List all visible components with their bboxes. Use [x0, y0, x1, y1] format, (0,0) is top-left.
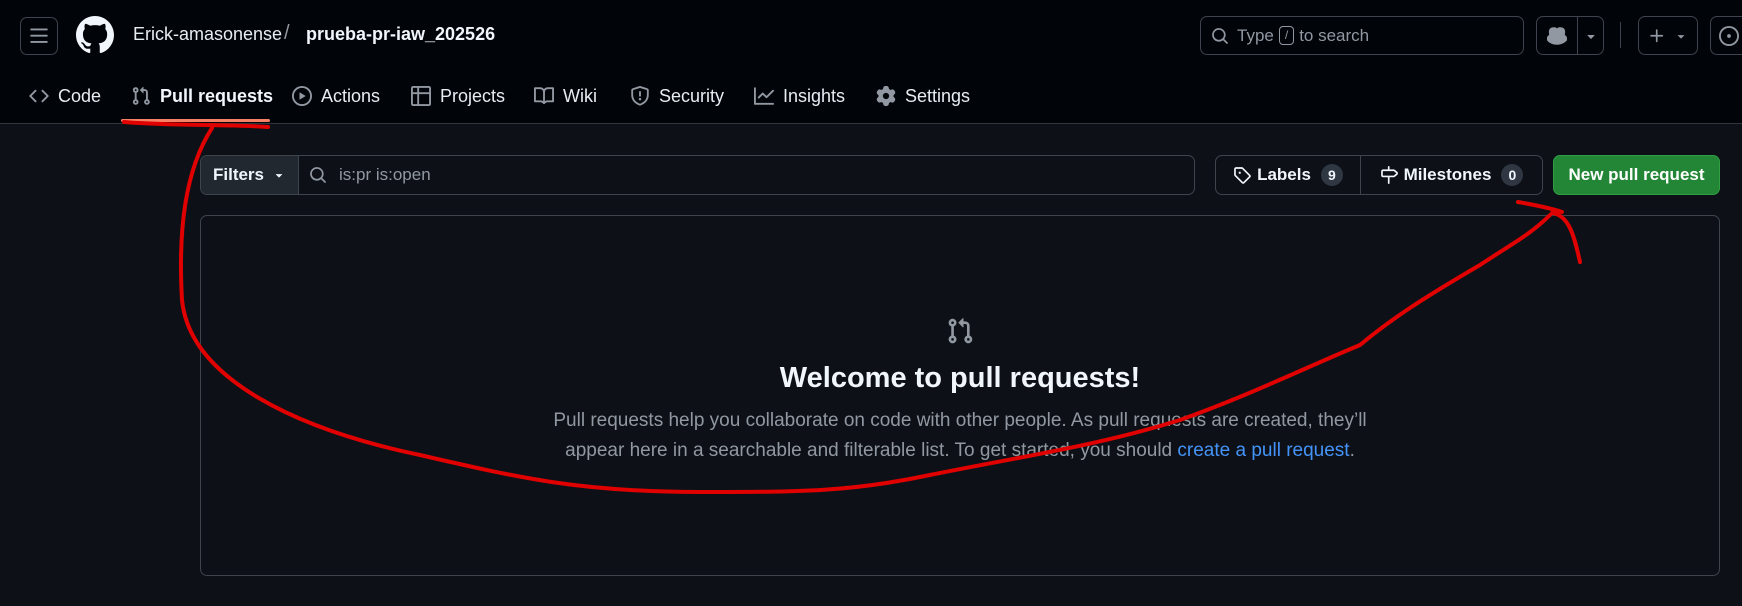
search-icon — [310, 167, 326, 183]
play-icon — [292, 86, 312, 106]
tab-code[interactable]: Code — [29, 76, 101, 116]
active-tab-indicator — [121, 119, 270, 122]
filters-button[interactable]: Filters — [201, 156, 299, 194]
hamburger-icon — [30, 28, 48, 43]
tab-security-label: Security — [659, 85, 725, 106]
git-pull-request-icon — [948, 318, 973, 344]
blankslate-title: Welcome to pull requests! — [779, 362, 1141, 394]
filter-query-text: is:pr is:open — [339, 165, 431, 184]
issues-button[interactable] — [1710, 16, 1742, 55]
tab-insights[interactable]: Insights — [754, 76, 845, 116]
tab-pull-requests[interactable]: Pull requests — [131, 76, 273, 116]
labels-milestones-group: Labels 9 Milestones 0 — [1215, 155, 1543, 195]
copilot-icon — [1547, 26, 1567, 45]
tab-actions[interactable]: Actions — [292, 76, 380, 116]
copilot-button[interactable] — [1536, 16, 1604, 55]
tab-pull-requests-label: Pull requests — [160, 85, 274, 106]
issue-opened-icon — [1719, 25, 1739, 46]
blankslate-description: Pull requests help you collaborate on co… — [200, 406, 1720, 466]
gear-icon — [876, 86, 896, 106]
tab-wiki[interactable]: Wiki — [534, 76, 597, 116]
labels-button[interactable]: Labels 9 — [1216, 156, 1361, 194]
table-icon — [411, 86, 431, 106]
tab-actions-label: Actions — [321, 85, 381, 106]
path-separator: / — [284, 22, 290, 44]
search-icon — [1211, 27, 1229, 45]
triangle-down-icon — [1677, 34, 1685, 39]
repo-owner-link[interactable]: Erick-amasonense — [133, 24, 282, 45]
repo-nav: Code Pull requests Actions Projects Wiki… — [0, 76, 1742, 122]
filter-bar: Filters is:pr is:open — [200, 155, 1195, 195]
create-pull-request-link[interactable]: create a pull request — [1177, 440, 1349, 461]
labels-count-badge: 9 — [1320, 164, 1343, 186]
tab-insights-label: Insights — [783, 85, 846, 106]
blankslate-line-2-prefix: appear here in a searchable and filterab… — [565, 440, 1178, 461]
plus-icon — [1650, 28, 1664, 42]
graph-icon — [754, 87, 774, 105]
new-pull-request-label: New pull request — [1568, 165, 1705, 184]
tab-projects-label: Projects — [440, 85, 506, 106]
milestones-label: Milestones — [1403, 165, 1492, 184]
tab-settings-label: Settings — [905, 85, 971, 106]
tab-projects[interactable]: Projects — [411, 76, 505, 116]
tab-wiki-label: Wiki — [563, 85, 597, 106]
milestones-button[interactable]: Milestones 0 — [1361, 156, 1542, 194]
create-new-button[interactable] — [1638, 16, 1698, 55]
blankslate-panel — [200, 215, 1720, 576]
milestone-icon — [1380, 166, 1398, 184]
blankslate-line-2: appear here in a searchable and filterab… — [200, 436, 1720, 466]
github-logo-icon[interactable] — [76, 16, 114, 54]
triangle-down-icon — [275, 174, 283, 178]
header-divider — [1620, 22, 1621, 48]
tag-icon — [1234, 167, 1251, 184]
tab-settings[interactable]: Settings — [876, 76, 970, 116]
filter-query-input[interactable]: is:pr is:open — [309, 156, 431, 194]
book-icon — [534, 87, 554, 105]
blankslate-line-2-suffix: . — [1349, 440, 1355, 461]
filters-label: Filters — [212, 165, 265, 184]
blankslate-line-1: Pull requests help you collaborate on co… — [553, 410, 1367, 431]
milestones-count-badge: 0 — [1501, 164, 1524, 186]
new-pull-request-button[interactable]: New pull request — [1553, 155, 1720, 195]
git-pull-request-icon — [132, 86, 150, 105]
tab-security[interactable]: Security — [630, 76, 724, 116]
search-prefix: Type — [1237, 25, 1274, 45]
search-suffix: to search — [1299, 25, 1370, 45]
global-header: Erick-amasonense / prueba-pr-iaw_202526 … — [0, 0, 1742, 124]
tab-code-label: Code — [58, 85, 102, 106]
code-icon — [29, 89, 49, 103]
repo-name-link[interactable]: prueba-pr-iaw_202526 — [306, 24, 495, 45]
search-input[interactable]: Type / to search — [1200, 16, 1524, 55]
search-shortcut-key: / — [1278, 26, 1295, 45]
menu-button[interactable] — [20, 17, 58, 55]
triangle-down-icon[interactable] — [1583, 28, 1599, 44]
shield-icon — [631, 86, 649, 106]
labels-label: Labels — [1257, 165, 1311, 184]
